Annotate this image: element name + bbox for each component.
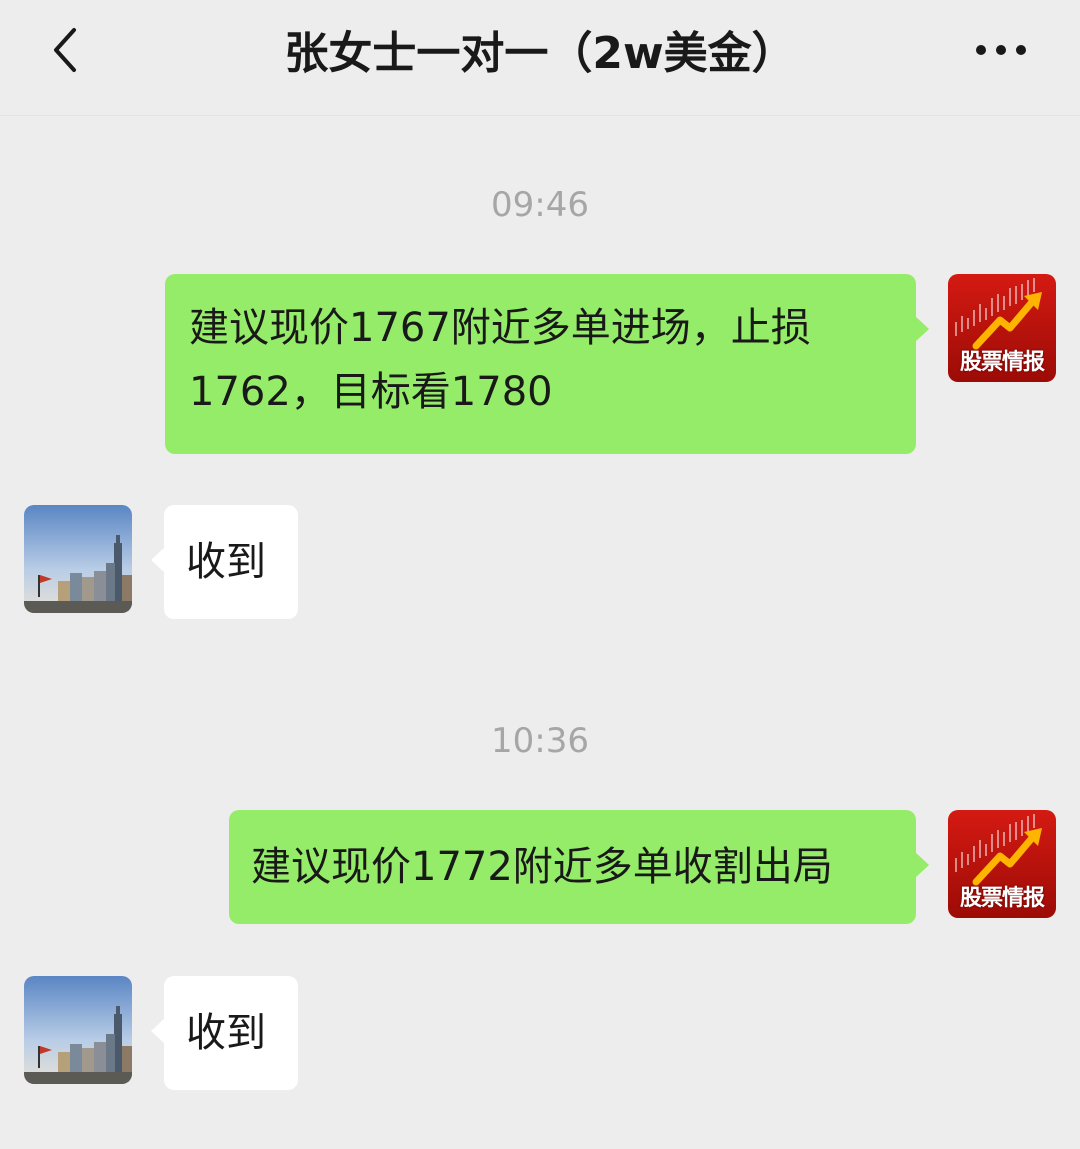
- message-text: 收到: [186, 1010, 266, 1056]
- city-skyline-photo-icon: [24, 976, 132, 1084]
- contact-avatar[interactable]: [24, 976, 132, 1084]
- outgoing-message-bubble[interactable]: 建议现价1772附近多单收割出局: [229, 810, 929, 924]
- own-avatar[interactable]: 股票情报: [948, 810, 1056, 918]
- timestamp: 10:36: [491, 721, 589, 761]
- chat-header: 张女士一对一（2w美金）: [0, 0, 1080, 116]
- contact-avatar[interactable]: [24, 505, 132, 613]
- message-text: 建议现价1772附近多单收割出局: [251, 844, 833, 890]
- incoming-message-bubble[interactable]: 收到: [151, 976, 298, 1090]
- timestamp: 09:46: [491, 185, 589, 225]
- message-text: 收到: [186, 539, 266, 585]
- outgoing-message-bubble[interactable]: 建议现价1767附近多单进场，止损1762，目标看1780: [165, 274, 929, 454]
- city-skyline-photo-icon: [24, 505, 132, 613]
- avatar-logo-text: 股票情报: [959, 886, 1045, 911]
- message-text: 建议现价1767附近多单进场，止损1762，目标看1780: [189, 305, 811, 415]
- more-button[interactable]: [966, 30, 1036, 70]
- avatar-logo-text: 股票情报: [959, 350, 1045, 375]
- back-button[interactable]: [40, 22, 96, 78]
- own-avatar[interactable]: 股票情报: [948, 274, 1056, 382]
- incoming-message-bubble[interactable]: 收到: [151, 505, 298, 619]
- more-dots-icon: [976, 45, 1026, 55]
- chevron-left-icon: [54, 28, 76, 72]
- chat-title: 张女士一对一（2w美金）: [284, 28, 796, 79]
